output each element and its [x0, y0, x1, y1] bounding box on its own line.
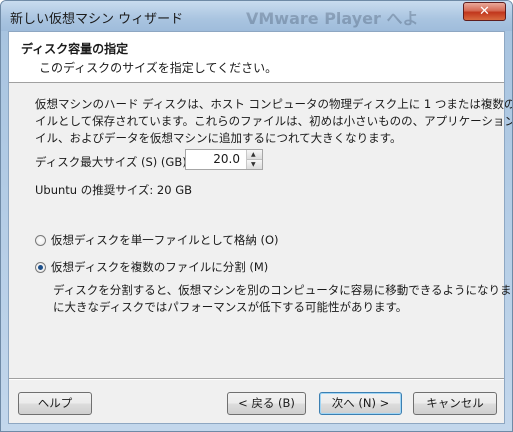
- radio-button[interactable]: [35, 234, 46, 246]
- wizard-body: ディスク容量の指定 このディスクのサイズを指定してください。 仮想マシンのハード…: [8, 31, 513, 424]
- recommended-size: Ubuntu の推奨サイズ: 20 GB: [35, 183, 193, 197]
- close-icon: ✕: [479, 4, 490, 19]
- disk-size-stepper[interactable]: 20.0 ▲ ▼: [185, 149, 263, 170]
- radio-button-selected[interactable]: [35, 261, 46, 273]
- wizard-window: 新しい仮想マシン ウィザード VMware Player へよ ✕ ディスク容量…: [0, 0, 513, 432]
- description-line: ディスクを分割すると、仮想マシンを別のコンピュータに容易に移動できるようになりま…: [53, 283, 512, 297]
- background-window-title: VMware Player へよ: [246, 9, 419, 28]
- cancel-button[interactable]: キャンセル: [413, 392, 497, 415]
- help-button[interactable]: ヘルプ: [18, 392, 92, 415]
- description-line: に大きなディスクではパフォーマンスが低下する可能性があります。: [53, 300, 408, 314]
- radio-single-file[interactable]: 仮想ディスクを単一ファイルとして格納 (O): [35, 232, 279, 248]
- radio-multiple-files[interactable]: 仮想ディスクを複数のファイルに分割 (M): [35, 259, 268, 275]
- window-title: 新しい仮想マシン ウィザード: [10, 12, 184, 27]
- disk-description: 仮想マシンのハード ディスクは、ホスト コンピュータの物理ディスク上に 1 つま…: [35, 96, 513, 147]
- description-line: イルとして保存されています。これらのファイルは、初めは小さいものの、アプリケーシ…: [35, 114, 513, 128]
- disk-size-input[interactable]: 20.0: [213, 152, 240, 166]
- next-button[interactable]: 次へ (N) >: [319, 392, 402, 415]
- wizard-header: ディスク容量の指定 このディスクのサイズを指定してください。: [9, 32, 504, 83]
- disk-size-label: ディスク最大サイズ (S) (GB):: [35, 155, 191, 169]
- close-button[interactable]: ✕: [463, 2, 506, 21]
- decrement-button[interactable]: ▼: [247, 160, 262, 169]
- page-title: ディスク容量の指定: [21, 42, 129, 56]
- title-bar[interactable]: 新しい仮想マシン ウィザード VMware Player へよ ✕: [1, 1, 512, 31]
- chevron-up-icon: ▲: [251, 151, 256, 158]
- page-subtitle: このディスクのサイズを指定してください。: [39, 61, 278, 75]
- back-button[interactable]: < 戻る (B): [227, 392, 306, 415]
- description-line: イル、およびデータを仮想マシンに追加するにつれて大きくなります。: [35, 131, 402, 145]
- split-description: ディスクを分割すると、仮想マシンを別のコンピュータに容易に移動できるようになりま…: [53, 282, 512, 316]
- footer-divider: [9, 378, 504, 380]
- description-line: 仮想マシンのハード ディスクは、ホスト コンピュータの物理ディスク上に 1 つま…: [35, 97, 513, 111]
- radio-label[interactable]: 仮想ディスクを単一ファイルとして格納 (O): [51, 232, 279, 248]
- chevron-down-icon: ▼: [251, 161, 256, 168]
- radio-label[interactable]: 仮想ディスクを複数のファイルに分割 (M): [51, 259, 268, 275]
- stepper-arrows: ▲ ▼: [246, 150, 262, 169]
- increment-button[interactable]: ▲: [247, 150, 262, 160]
